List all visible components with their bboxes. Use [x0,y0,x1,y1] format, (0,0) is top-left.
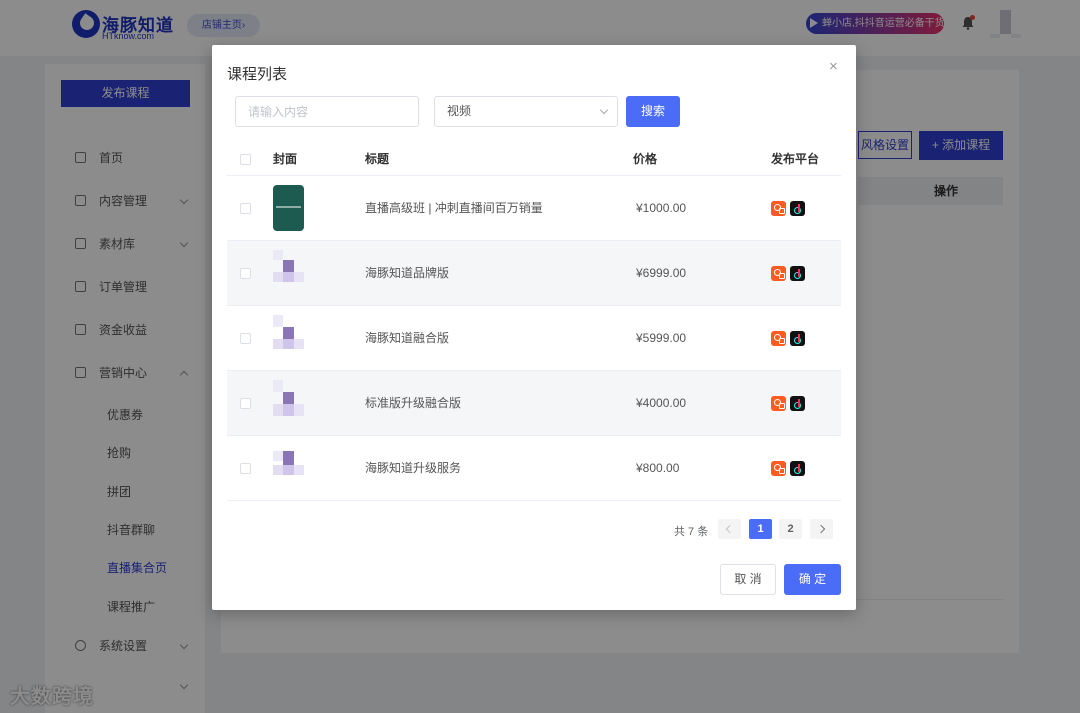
row-checkbox[interactable] [240,268,251,279]
course-cover-image [273,380,304,426]
column-header-price: 价格 [633,152,658,166]
type-select[interactable]: 视频 [434,96,618,127]
course-cover-image [273,250,304,296]
course-title: 海豚知道升级服务 [365,461,462,475]
column-header-platform: 发布平台 [771,152,820,166]
course-price: ¥5999.00 [636,331,687,345]
table-row[interactable]: 海豚知道升级服务 ¥800.00 [227,436,841,501]
course-cover-image [273,445,304,491]
column-header-title: 标题 [365,152,390,166]
pagination-next-button[interactable] [810,519,833,539]
course-price: ¥6999.00 [636,266,687,280]
close-icon[interactable]: × [829,59,838,75]
course-cover-image [273,185,304,231]
course-price: ¥1000.00 [636,201,687,215]
kuaishou-icon [771,331,786,346]
course-table: 封面 标题 价格 发布平台 直播高级班 | 冲刺直播间百万销量 ¥1000.00… [227,143,841,501]
course-list-dialog: 课程列表 × 视频 搜索 封面 标题 价格 发布平台 直播高级班 | 冲刺直播间… [212,45,856,610]
select-all-checkbox[interactable] [240,154,251,165]
pagination-total: 共 7 条 [674,526,709,538]
table-row[interactable]: 海豚知道融合版 ¥5999.00 [227,306,841,371]
kuaishou-icon [771,266,786,281]
douyin-icon [790,201,805,216]
course-title: 海豚知道融合版 [365,331,450,345]
course-price: ¥4000.00 [636,396,687,410]
row-checkbox[interactable] [240,203,251,214]
table-row[interactable]: 直播高级班 | 冲刺直播间百万销量 ¥1000.00 [227,176,841,241]
row-checkbox[interactable] [240,463,251,474]
course-title: 标准版升级融合版 [365,396,462,410]
pagination-page-2[interactable]: 2 [779,519,802,539]
row-checkbox[interactable] [240,398,251,409]
douyin-icon [790,396,805,411]
kuaishou-icon [771,396,786,411]
pagination-page-1[interactable]: 1 [749,519,772,539]
douyin-icon [790,266,805,281]
course-title: 海豚知道品牌版 [365,266,450,280]
type-select-value: 视频 [447,104,472,118]
column-header-cover: 封面 [273,152,298,166]
dialog-title: 课程列表 [227,66,288,83]
chevron-down-icon [599,105,609,115]
course-cover-image [273,315,304,361]
table-row[interactable]: 标准版升级融合版 ¥4000.00 [227,371,841,436]
kuaishou-icon [771,461,786,476]
kuaishou-icon [771,201,786,216]
table-row[interactable]: 海豚知道品牌版 ¥6999.00 [227,241,841,306]
douyin-icon [790,461,805,476]
row-checkbox[interactable] [240,333,251,344]
pagination-prev-button[interactable] [718,519,741,539]
douyin-icon [790,331,805,346]
course-title: 直播高级班 | 冲刺直播间百万销量 [365,201,543,215]
table-header: 封面 标题 价格 发布平台 [227,143,841,176]
cancel-button[interactable]: 取 消 [720,564,776,595]
search-input[interactable] [235,96,419,127]
course-price: ¥800.00 [636,461,680,475]
confirm-button[interactable]: 确 定 [784,564,841,595]
search-button[interactable]: 搜索 [626,96,680,127]
